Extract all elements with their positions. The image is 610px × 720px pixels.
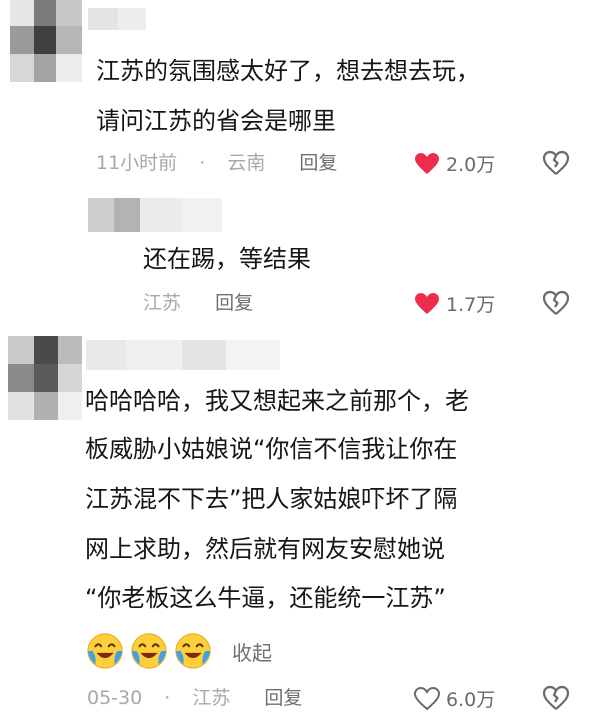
dislike-button[interactable] bbox=[542, 685, 570, 711]
crying-laughing-emoji bbox=[175, 633, 211, 669]
comment-text-line: 哈哈哈哈，我又想起来之前那个，老 bbox=[85, 387, 469, 415]
dislike-button[interactable] bbox=[542, 290, 570, 316]
username-blurred[interactable] bbox=[86, 340, 280, 370]
avatar-blurred[interactable] bbox=[0, 336, 82, 420]
reply-button[interactable]: 回复 bbox=[264, 687, 302, 709]
heart-icon bbox=[414, 292, 440, 316]
like-count: 1.7万 bbox=[446, 294, 496, 316]
comment-meta: 05-30 · 江苏 回复 bbox=[87, 685, 302, 711]
avatar-blurred[interactable] bbox=[0, 0, 82, 82]
heart-icon bbox=[414, 152, 440, 176]
comment-text-line: 网上求助，然后就有网友安慰她说 bbox=[85, 535, 445, 563]
like-count: 2.0万 bbox=[446, 154, 496, 176]
username-blurred[interactable] bbox=[88, 8, 146, 30]
separator: · bbox=[199, 152, 206, 174]
comment-meta: 11小时前 · 云南 回复 bbox=[96, 150, 337, 176]
heart-outline-icon bbox=[414, 686, 440, 711]
comment-meta: 江苏 回复 bbox=[143, 290, 253, 316]
avatar-blurred[interactable] bbox=[88, 198, 140, 232]
username-blurred[interactable] bbox=[140, 198, 222, 232]
separator: · bbox=[164, 687, 171, 709]
like-button[interactable]: 6.0万 bbox=[414, 685, 495, 712]
reply-button[interactable]: 回复 bbox=[299, 152, 337, 174]
broken-heart-icon bbox=[542, 290, 570, 315]
location: 江苏 bbox=[143, 292, 182, 314]
timestamp: 05-30 bbox=[87, 687, 143, 709]
timestamp: 11小时前 bbox=[96, 152, 178, 174]
broken-heart-icon bbox=[542, 685, 570, 710]
comment-text-line: 还在踢，等结果 bbox=[143, 245, 311, 273]
location: 云南 bbox=[227, 152, 266, 174]
crying-laughing-emoji bbox=[131, 633, 167, 669]
collapse-button[interactable]: 收起 bbox=[232, 637, 272, 666]
dislike-button[interactable] bbox=[542, 150, 570, 176]
comment-text-line: “你老板这么牛逼，还能统一江苏” bbox=[85, 584, 446, 612]
comment-text-line: 江苏的氛围感太好了，想去想去玩， bbox=[96, 57, 480, 85]
comment-text-line: 板威胁小姑娘说“你信不信我让你在 bbox=[85, 435, 458, 463]
like-button[interactable]: 2.0万 bbox=[414, 150, 495, 177]
emoji-row: 收起 bbox=[86, 632, 272, 670]
comment-text-line: 请问江苏的省会是哪里 bbox=[96, 107, 336, 135]
comment-text-line: 江苏混不下去”把人家姑娘吓坏了隔 bbox=[85, 485, 458, 513]
location: 江苏 bbox=[192, 687, 231, 709]
broken-heart-icon bbox=[542, 150, 570, 175]
like-button[interactable]: 1.7万 bbox=[414, 290, 495, 317]
crying-laughing-emoji bbox=[87, 633, 123, 669]
like-count: 6.0万 bbox=[446, 689, 496, 711]
reply-button[interactable]: 回复 bbox=[215, 292, 253, 314]
